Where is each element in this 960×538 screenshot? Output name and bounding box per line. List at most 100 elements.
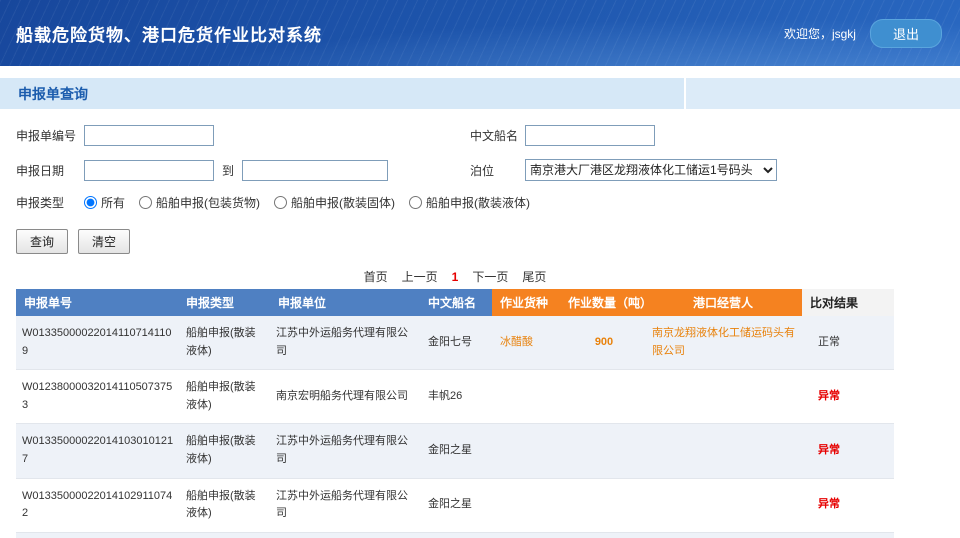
table-row: W013350000220141107141109 船舶申报(散装液体) 江苏中…: [16, 316, 894, 370]
decl-type-option-all[interactable]: 所有: [84, 194, 125, 211]
cell-cargo-qty: 900: [568, 316, 644, 370]
header-cargo-qty: 作业数量（吨）: [568, 289, 644, 316]
header-port-operator: 港口经营人: [644, 289, 802, 316]
decl-type-radio-group: 所有 船舶申报(包装货物) 船舶申报(散装固体) 船舶申报(散装液体): [84, 194, 530, 211]
berth-group: 泊位 南京港大厂港区龙翔液体化工储运1号码头: [470, 159, 777, 181]
radio-packaged-label: 船舶申报(包装货物): [156, 194, 260, 211]
query-button[interactable]: 查询: [16, 229, 68, 254]
results-table: 申报单号 申报类型 申报单位 中文船名 作业货种 作业数量（吨） 港口经营人 比…: [16, 289, 894, 538]
radio-bulk-solid-label: 船舶申报(散装固体): [291, 194, 395, 211]
form-row-1: 申报单编号 中文船名: [16, 125, 960, 146]
cell-cargo-qty: [568, 478, 644, 532]
decl-type-option-bulk-liquid[interactable]: 船舶申报(散装液体): [409, 194, 530, 211]
page-current: 1: [452, 270, 459, 284]
section-header: 申报单查询: [0, 78, 960, 109]
decl-no-group: 申报单编号: [16, 125, 470, 146]
page-prev-link[interactable]: 上一页: [402, 270, 438, 284]
table-header-row: 申报单号 申报类型 申报单位 中文船名 作业货种 作业数量（吨） 港口经营人 比…: [16, 289, 894, 316]
cell-decl-unit: 江西东港航运有限公司: [270, 532, 420, 538]
table-row: W012380000320141105073753 船舶申报(散装液体) 南京宏…: [16, 370, 894, 424]
date-group: 申报日期 到: [16, 160, 470, 181]
cell-decl-unit: 江苏中外运船务代理有限公司: [270, 316, 420, 370]
header-ship-name: 中文船名: [420, 289, 492, 316]
cell-cargo-type: [492, 370, 568, 424]
table-row: W013350000220141029110742 船舶申报(散装液体) 江苏中…: [16, 478, 894, 532]
cell-port-operator: 南京龙翔液体化工储运码头有限公司: [644, 316, 802, 370]
pagination: 首页上一页 1 下一页尾页: [16, 268, 894, 285]
result-cell: 正常: [802, 316, 894, 370]
header-right: 欢迎您，jsgkj 退出: [784, 19, 942, 48]
form-row-2: 申报日期 到 泊位 南京港大厂港区龙翔液体化工储运1号码头: [16, 159, 960, 181]
cell-cargo-type: [492, 424, 568, 478]
ship-name-label: 中文船名: [470, 127, 525, 144]
ship-name-group: 中文船名: [470, 125, 655, 146]
radio-bulk-liquid-label: 船舶申报(散装液体): [426, 194, 530, 211]
header-decl-unit: 申报单位: [270, 289, 420, 316]
decl-type-option-packaged[interactable]: 船舶申报(包装货物): [139, 194, 260, 211]
date-to-input[interactable]: [242, 160, 388, 181]
section-header-right-segment: [684, 78, 960, 109]
page-next-link[interactable]: 下一页: [472, 270, 508, 284]
cell-port-operator: [644, 478, 802, 532]
radio-bulk-liquid[interactable]: [409, 196, 422, 209]
date-to-label: 到: [222, 162, 234, 179]
app-header: 船载危险货物、港口危货作业比对系统 欢迎您，jsgkj 退出: [0, 0, 960, 66]
berth-label: 泊位: [470, 162, 525, 179]
cell-decl-unit: 江苏中外运船务代理有限公司: [270, 424, 420, 478]
decl-type-label: 申报类型: [16, 194, 84, 211]
cell-decl-unit: 江苏中外运船务代理有限公司: [270, 478, 420, 532]
header-decl-type: 申报类型: [178, 289, 270, 316]
cell-ship-name: 赣东港化166: [420, 532, 492, 538]
cell-decl-no: W012380000320141105073753: [16, 370, 178, 424]
date-label: 申报日期: [16, 162, 84, 179]
cell-ship-name: 金阳之星: [420, 424, 492, 478]
page-last-link[interactable]: 尾页: [522, 270, 546, 284]
cell-cargo-qty: 600: [568, 532, 644, 538]
cell-decl-type: 船舶申报(散装液体): [178, 316, 270, 370]
cell-decl-type: 船舶申报(散装液体): [178, 532, 270, 538]
page-first-link[interactable]: 首页: [364, 270, 388, 284]
app-title: 船载危险货物、港口危货作业比对系统: [16, 21, 322, 46]
radio-all[interactable]: [84, 196, 97, 209]
cell-decl-no: W015140000220141028122151: [16, 532, 178, 538]
cell-port-operator: [644, 370, 802, 424]
cell-decl-no: W013350000220141030101217: [16, 424, 178, 478]
berth-select[interactable]: 南京港大厂港区龙翔液体化工储运1号码头: [525, 159, 777, 181]
cell-cargo-type: 甲醇: [492, 532, 568, 538]
table-row: W013350000220141030101217 船舶申报(散装液体) 江苏中…: [16, 424, 894, 478]
decl-no-label: 申报单编号: [16, 127, 84, 144]
cell-cargo-qty: [568, 424, 644, 478]
query-form: 申报单编号 中文船名 申报日期 到 泊位 南京港大厂港区龙翔液体化工储运1号码头…: [0, 109, 960, 211]
result-cell: 异常: [802, 424, 894, 478]
date-from-input[interactable]: [84, 160, 214, 181]
header-decl-no: 申报单号: [16, 289, 178, 316]
ship-name-input[interactable]: [525, 125, 655, 146]
radio-packaged[interactable]: [139, 196, 152, 209]
cell-port-operator: [644, 424, 802, 478]
cell-decl-type: 船舶申报(散装液体): [178, 370, 270, 424]
result-cell: 正常: [802, 532, 894, 538]
welcome-text: 欢迎您，jsgkj: [784, 25, 856, 42]
section-title: 申报单查询: [0, 84, 88, 104]
header-cargo-type: 作业货种: [492, 289, 568, 316]
cell-port-operator: 南京龙翔液体化工储运码头有限公司: [644, 532, 802, 538]
cell-decl-no: W013350000220141107141109: [16, 316, 178, 370]
cell-decl-no: W013350000220141029110742: [16, 478, 178, 532]
logout-button[interactable]: 退出: [870, 19, 942, 48]
cell-cargo-type: [492, 478, 568, 532]
cell-decl-type: 船舶申报(散装液体): [178, 424, 270, 478]
table-row: W015140000220141028122151 船舶申报(散装液体) 江西东…: [16, 532, 894, 538]
clear-button[interactable]: 清空: [78, 229, 130, 254]
decl-no-input[interactable]: [84, 125, 214, 146]
cell-decl-unit: 南京宏明船务代理有限公司: [270, 370, 420, 424]
cell-ship-name: 金阳之星: [420, 478, 492, 532]
radio-all-label: 所有: [101, 194, 125, 211]
decl-type-option-bulk-solid[interactable]: 船舶申报(散装固体): [274, 194, 395, 211]
form-buttons: 查询 清空: [16, 229, 960, 254]
form-row-3: 申报类型 所有 船舶申报(包装货物) 船舶申报(散装固体) 船舶申报(散装液体): [16, 194, 960, 211]
radio-bulk-solid[interactable]: [274, 196, 287, 209]
cell-decl-type: 船舶申报(散装液体): [178, 478, 270, 532]
cell-cargo-qty: [568, 370, 644, 424]
result-cell: 异常: [802, 370, 894, 424]
header-compare-result: 比对结果: [802, 289, 894, 316]
